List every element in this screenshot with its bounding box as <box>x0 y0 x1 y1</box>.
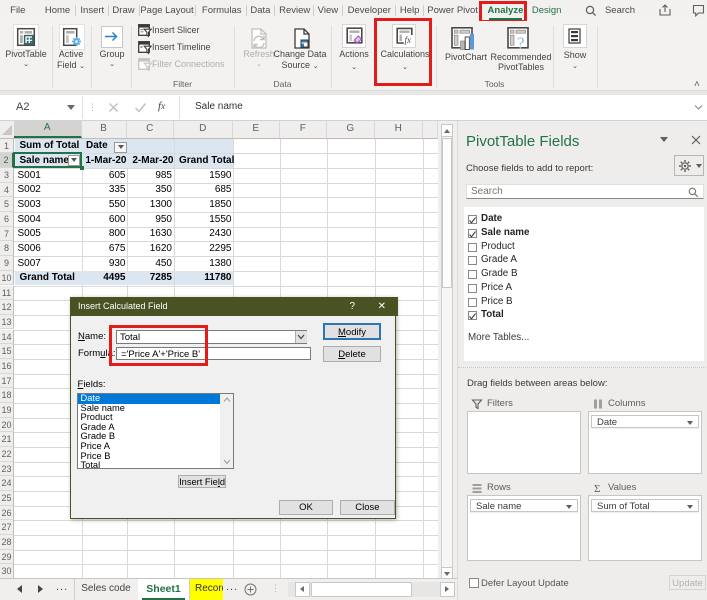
svg-text:?: ? <box>517 34 525 51</box>
svg-text:Σ: Σ <box>594 483 600 494</box>
